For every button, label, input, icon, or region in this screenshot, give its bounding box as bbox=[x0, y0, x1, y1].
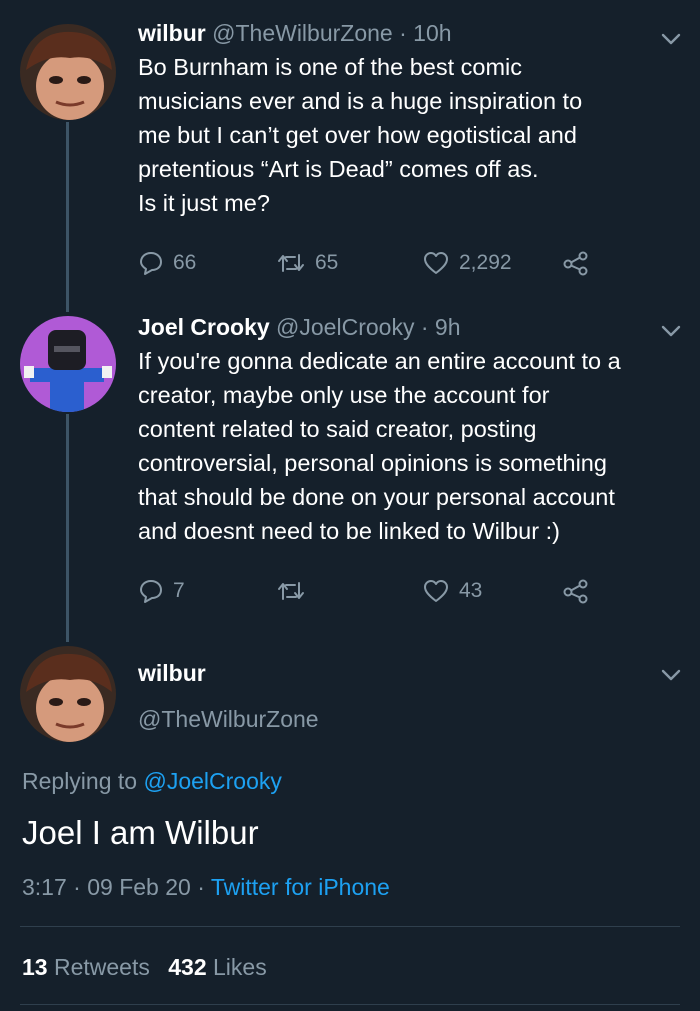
likes-stat[interactable]: 432 Likes bbox=[168, 954, 266, 980]
divider bbox=[20, 926, 680, 927]
avatar[interactable] bbox=[20, 24, 116, 120]
thread-line bbox=[66, 122, 69, 312]
tweet-line: pretentious “Art is Dead” comes off as. bbox=[138, 156, 539, 182]
avatar[interactable] bbox=[20, 316, 116, 412]
avatar[interactable] bbox=[20, 646, 116, 742]
reply-icon bbox=[140, 252, 162, 275]
like-button[interactable]: 2,292 bbox=[422, 248, 512, 278]
tweet-line: Bo Burnham is one of the best comic bbox=[138, 54, 523, 80]
tweet-line: content related to said creator, posting bbox=[138, 416, 537, 442]
divider bbox=[20, 1004, 680, 1005]
tweet-line: that should be done on your personal acc… bbox=[138, 484, 615, 510]
tweet-time: 3:17 bbox=[22, 874, 67, 900]
replying-to: Replying to @JoelCrooky bbox=[22, 766, 282, 796]
like-button[interactable]: 43 bbox=[422, 576, 482, 606]
tweet-line: and doesnt need to be linked to Wilbur :… bbox=[138, 518, 560, 544]
separator: · bbox=[73, 874, 81, 900]
tweet-meta: 3:17 · 09 Feb 20 · Twitter for iPhone bbox=[22, 872, 390, 902]
engagement-stats: 13 Retweets 432 Likes bbox=[22, 952, 267, 982]
like-count: 43 bbox=[459, 579, 483, 602]
tweet-actions: 66 65 2,292 bbox=[138, 248, 608, 278]
retweet-icon bbox=[278, 254, 304, 272]
retweet-button[interactable]: 65 bbox=[276, 248, 338, 278]
display-name[interactable]: Joel Crooky bbox=[138, 314, 270, 340]
retweets-count: 13 bbox=[22, 954, 48, 980]
reply-button[interactable]: 66 bbox=[138, 248, 196, 278]
retweets-label: Retweets bbox=[53, 954, 150, 980]
retweet-icon bbox=[278, 582, 304, 600]
tweet[interactable]: Joel Crooky @JoelCrooky · 9h If you're g… bbox=[138, 312, 680, 548]
client-link[interactable]: Twitter for iPhone bbox=[211, 874, 390, 900]
timestamp[interactable]: 10h bbox=[413, 20, 451, 46]
retweet-button[interactable] bbox=[276, 576, 306, 606]
tweet[interactable]: wilbur @TheWilburZone · 10h Bo Burnham i… bbox=[138, 18, 680, 220]
heart-icon bbox=[424, 252, 448, 274]
heart-icon bbox=[424, 580, 448, 602]
tweet-line: creator, maybe only use the account for bbox=[138, 382, 550, 408]
replying-to-label: Replying to bbox=[22, 768, 138, 794]
thread-line bbox=[66, 414, 69, 642]
retweets-stat[interactable]: 13 Retweets bbox=[22, 954, 156, 980]
tweet-text: Bo Burnham is one of the best comic musi… bbox=[138, 50, 680, 220]
user-handle[interactable]: @JoelCrooky bbox=[276, 314, 414, 340]
reply-button[interactable]: 7 bbox=[138, 576, 185, 606]
share-icon bbox=[563, 579, 588, 604]
likes-count: 432 bbox=[168, 954, 207, 980]
reply-icon bbox=[140, 580, 162, 603]
tweet-date: 09 Feb 20 bbox=[87, 874, 191, 900]
display-name[interactable]: wilbur bbox=[138, 658, 319, 688]
separator: · bbox=[197, 874, 205, 900]
retweet-count: 65 bbox=[315, 251, 339, 274]
user-handle[interactable]: @TheWilburZone bbox=[212, 20, 393, 46]
tweet-text: Joel I am Wilbur bbox=[22, 814, 259, 851]
share-icon bbox=[563, 251, 588, 276]
like-count: 2,292 bbox=[459, 251, 512, 274]
tweet-line: musicians ever and is a huge inspiration… bbox=[138, 88, 583, 114]
share-button[interactable] bbox=[562, 248, 590, 278]
tweet-line: controversial, personal opinions is some… bbox=[138, 450, 607, 476]
share-button[interactable] bbox=[562, 576, 590, 606]
main-tweet-author[interactable]: wilbur @TheWilburZone bbox=[138, 658, 319, 734]
reply-count: 66 bbox=[173, 251, 197, 274]
display-name[interactable]: wilbur bbox=[138, 20, 206, 46]
chevron-down-icon[interactable] bbox=[660, 324, 682, 338]
tweet-line: Is it just me? bbox=[138, 190, 270, 216]
likes-label: Likes bbox=[213, 954, 267, 980]
tweet-actions: 7 43 bbox=[138, 576, 608, 606]
tweet-line: me but I can’t get over how egotistical … bbox=[138, 122, 577, 148]
tweet-line: If you're gonna dedicate an entire accou… bbox=[138, 348, 621, 374]
tweet-header: Joel Crooky @JoelCrooky · 9h bbox=[138, 312, 680, 342]
timestamp[interactable]: 9h bbox=[435, 314, 461, 340]
reply-count: 7 bbox=[173, 579, 185, 602]
tweet-header: wilbur @TheWilburZone · 10h bbox=[138, 18, 680, 48]
separator: · bbox=[420, 314, 429, 340]
chevron-down-icon[interactable] bbox=[660, 668, 682, 682]
separator: · bbox=[399, 20, 407, 46]
user-handle[interactable]: @TheWilburZone bbox=[138, 704, 319, 734]
chevron-down-icon[interactable] bbox=[660, 32, 682, 46]
tweet-text: If you're gonna dedicate an entire accou… bbox=[138, 344, 680, 548]
replying-to-handle[interactable]: @JoelCrooky bbox=[143, 768, 281, 794]
